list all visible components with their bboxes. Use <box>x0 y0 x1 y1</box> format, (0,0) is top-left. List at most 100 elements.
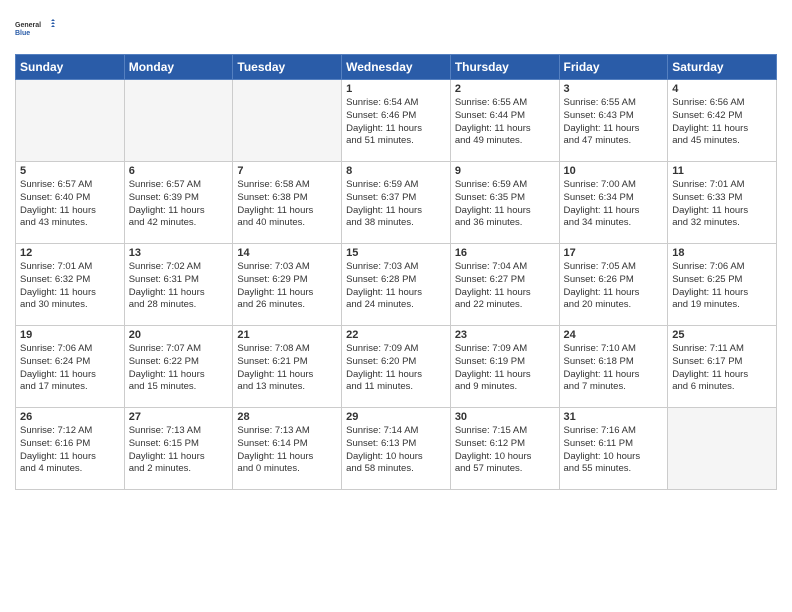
cell-info: Sunrise: 7:03 AM Sunset: 6:29 PM Dayligh… <box>237 261 337 312</box>
cell-info: Sunrise: 7:10 AM Sunset: 6:18 PM Dayligh… <box>564 343 664 394</box>
calendar-cell: 4 Sunrise: 6:56 AM Sunset: 6:42 PM Daylig… <box>668 80 777 162</box>
calendar-cell: 31 Sunrise: 7:16 AM Sunset: 6:11 PM Dayli… <box>559 408 668 490</box>
calendar-cell: 26Sunrise: 7:12 AM Sunset: 6:16 PM Dayli… <box>16 408 125 490</box>
day-number: 18 <box>672 247 772 259</box>
day-number: 24 <box>564 329 664 341</box>
day-number: 4 <box>672 83 772 95</box>
calendar-cell: 23 Sunrise: 7:09 AM Sunset: 6:19 PM Dayli… <box>450 326 559 408</box>
day-number: 12 <box>20 247 120 259</box>
cell-info: Sunrise: 6:59 AM Sunset: 6:37 PM Dayligh… <box>346 179 446 230</box>
day-number: 10 <box>564 165 664 177</box>
calendar-cell <box>233 80 342 162</box>
cell-info: Sunrise: 7:14 AM Sunset: 6:13 PM Dayligh… <box>346 425 446 476</box>
day-number: 2 <box>455 83 555 95</box>
day-number: 22 <box>346 329 446 341</box>
calendar-cell: 6 Sunrise: 6:57 AM Sunset: 6:39 PM Daylig… <box>124 162 233 244</box>
cell-info: Sunrise: 7:02 AM Sunset: 6:31 PM Dayligh… <box>129 261 229 312</box>
day-number: 11 <box>672 165 772 177</box>
day-number: 17 <box>564 247 664 259</box>
calendar-cell: 1 Sunrise: 6:54 AM Sunset: 6:46 PM Daylig… <box>342 80 451 162</box>
cell-info: Sunrise: 7:08 AM Sunset: 6:21 PM Dayligh… <box>237 343 337 394</box>
day-number: 31 <box>564 411 664 423</box>
calendar-cell: 28 Sunrise: 7:13 AM Sunset: 6:14 PM Dayli… <box>233 408 342 490</box>
cell-info: Sunrise: 6:55 AM Sunset: 6:44 PM Dayligh… <box>455 97 555 148</box>
week-row-3: 19 Sunrise: 7:06 AM Sunset: 6:24 PM Dayli… <box>16 326 777 408</box>
cell-info: Sunrise: 6:57 AM Sunset: 6:39 PM Dayligh… <box>129 179 229 230</box>
cell-info: Sunrise: 7:15 AM Sunset: 6:12 PM Dayligh… <box>455 425 555 476</box>
calendar-header-monday: Monday <box>124 55 233 80</box>
svg-text:General: General <box>15 22 41 29</box>
cell-info: Sunrise: 6:56 AM Sunset: 6:42 PM Dayligh… <box>672 97 772 148</box>
cell-info: Sunrise: 7:06 AM Sunset: 6:25 PM Dayligh… <box>672 261 772 312</box>
calendar-cell: 16 Sunrise: 7:04 AM Sunset: 6:27 PM Dayli… <box>450 244 559 326</box>
calendar-cell: 10Sunrise: 7:00 AM Sunset: 6:34 PM Dayli… <box>559 162 668 244</box>
calendar-cell <box>16 80 125 162</box>
calendar-header-row: SundayMondayTuesdayWednesdayThursdayFrid… <box>16 55 777 80</box>
calendar-cell: 27Sunrise: 7:13 AM Sunset: 6:15 PM Dayli… <box>124 408 233 490</box>
calendar-header-sunday: Sunday <box>16 55 125 80</box>
week-row-0: 1 Sunrise: 6:54 AM Sunset: 6:46 PM Daylig… <box>16 80 777 162</box>
day-number: 6 <box>129 165 229 177</box>
calendar-cell: 3Sunrise: 6:55 AM Sunset: 6:43 PM Daylig… <box>559 80 668 162</box>
day-number: 21 <box>237 329 337 341</box>
calendar-cell: 29 Sunrise: 7:14 AM Sunset: 6:13 PM Dayli… <box>342 408 451 490</box>
calendar-cell: 13 Sunrise: 7:02 AM Sunset: 6:31 PM Dayli… <box>124 244 233 326</box>
calendar-cell: 19 Sunrise: 7:06 AM Sunset: 6:24 PM Dayli… <box>16 326 125 408</box>
day-number: 13 <box>129 247 229 259</box>
calendar-header-thursday: Thursday <box>450 55 559 80</box>
cell-info: Sunrise: 6:57 AM Sunset: 6:40 PM Dayligh… <box>20 179 120 230</box>
cell-info: Sunrise: 7:13 AM Sunset: 6:14 PM Dayligh… <box>237 425 337 476</box>
calendar-header-wednesday: Wednesday <box>342 55 451 80</box>
calendar-body: 1 Sunrise: 6:54 AM Sunset: 6:46 PM Daylig… <box>16 80 777 490</box>
day-number: 14 <box>237 247 337 259</box>
calendar-cell: 12 Sunrise: 7:01 AM Sunset: 6:32 PM Dayli… <box>16 244 125 326</box>
calendar-cell <box>668 408 777 490</box>
day-number: 30 <box>455 411 555 423</box>
calendar-cell: 8 Sunrise: 6:59 AM Sunset: 6:37 PM Daylig… <box>342 162 451 244</box>
cell-info: Sunrise: 7:01 AM Sunset: 6:32 PM Dayligh… <box>20 261 120 312</box>
calendar-cell: 11Sunrise: 7:01 AM Sunset: 6:33 PM Dayli… <box>668 162 777 244</box>
day-number: 8 <box>346 165 446 177</box>
week-row-2: 12 Sunrise: 7:01 AM Sunset: 6:32 PM Dayli… <box>16 244 777 326</box>
calendar-cell: 17 Sunrise: 7:05 AM Sunset: 6:26 PM Dayli… <box>559 244 668 326</box>
day-number: 23 <box>455 329 555 341</box>
cell-info: Sunrise: 6:55 AM Sunset: 6:43 PM Dayligh… <box>564 97 664 148</box>
logo-svg: General Blue <box>15 10 55 46</box>
cell-info: Sunrise: 7:04 AM Sunset: 6:27 PM Dayligh… <box>455 261 555 312</box>
calendar-header-tuesday: Tuesday <box>233 55 342 80</box>
day-number: 19 <box>20 329 120 341</box>
calendar-header-friday: Friday <box>559 55 668 80</box>
day-number: 1 <box>346 83 446 95</box>
cell-info: Sunrise: 7:06 AM Sunset: 6:24 PM Dayligh… <box>20 343 120 394</box>
calendar-cell: 21 Sunrise: 7:08 AM Sunset: 6:21 PM Dayli… <box>233 326 342 408</box>
cell-info: Sunrise: 7:09 AM Sunset: 6:20 PM Dayligh… <box>346 343 446 394</box>
cell-info: Sunrise: 7:11 AM Sunset: 6:17 PM Dayligh… <box>672 343 772 394</box>
cell-info: Sunrise: 7:13 AM Sunset: 6:15 PM Dayligh… <box>129 425 229 476</box>
calendar: SundayMondayTuesdayWednesdayThursdayFrid… <box>15 54 777 490</box>
day-number: 20 <box>129 329 229 341</box>
calendar-header-saturday: Saturday <box>668 55 777 80</box>
cell-info: Sunrise: 6:54 AM Sunset: 6:46 PM Dayligh… <box>346 97 446 148</box>
week-row-4: 26Sunrise: 7:12 AM Sunset: 6:16 PM Dayli… <box>16 408 777 490</box>
day-number: 15 <box>346 247 446 259</box>
day-number: 9 <box>455 165 555 177</box>
calendar-cell: 18 Sunrise: 7:06 AM Sunset: 6:25 PM Dayli… <box>668 244 777 326</box>
calendar-cell: 14 Sunrise: 7:03 AM Sunset: 6:29 PM Dayli… <box>233 244 342 326</box>
day-number: 7 <box>237 165 337 177</box>
calendar-cell: 25 Sunrise: 7:11 AM Sunset: 6:17 PM Dayli… <box>668 326 777 408</box>
header: General Blue <box>15 10 777 46</box>
calendar-cell: 2 Sunrise: 6:55 AM Sunset: 6:44 PM Daylig… <box>450 80 559 162</box>
day-number: 16 <box>455 247 555 259</box>
calendar-cell <box>124 80 233 162</box>
cell-info: Sunrise: 6:58 AM Sunset: 6:38 PM Dayligh… <box>237 179 337 230</box>
calendar-cell: 20Sunrise: 7:07 AM Sunset: 6:22 PM Dayli… <box>124 326 233 408</box>
calendar-cell: 9Sunrise: 6:59 AM Sunset: 6:35 PM Daylig… <box>450 162 559 244</box>
day-number: 25 <box>672 329 772 341</box>
cell-info: Sunrise: 7:05 AM Sunset: 6:26 PM Dayligh… <box>564 261 664 312</box>
cell-info: Sunrise: 7:16 AM Sunset: 6:11 PM Dayligh… <box>564 425 664 476</box>
day-number: 28 <box>237 411 337 423</box>
cell-info: Sunrise: 7:09 AM Sunset: 6:19 PM Dayligh… <box>455 343 555 394</box>
day-number: 29 <box>346 411 446 423</box>
logo: General Blue <box>15 10 55 46</box>
calendar-cell: 24 Sunrise: 7:10 AM Sunset: 6:18 PM Dayli… <box>559 326 668 408</box>
